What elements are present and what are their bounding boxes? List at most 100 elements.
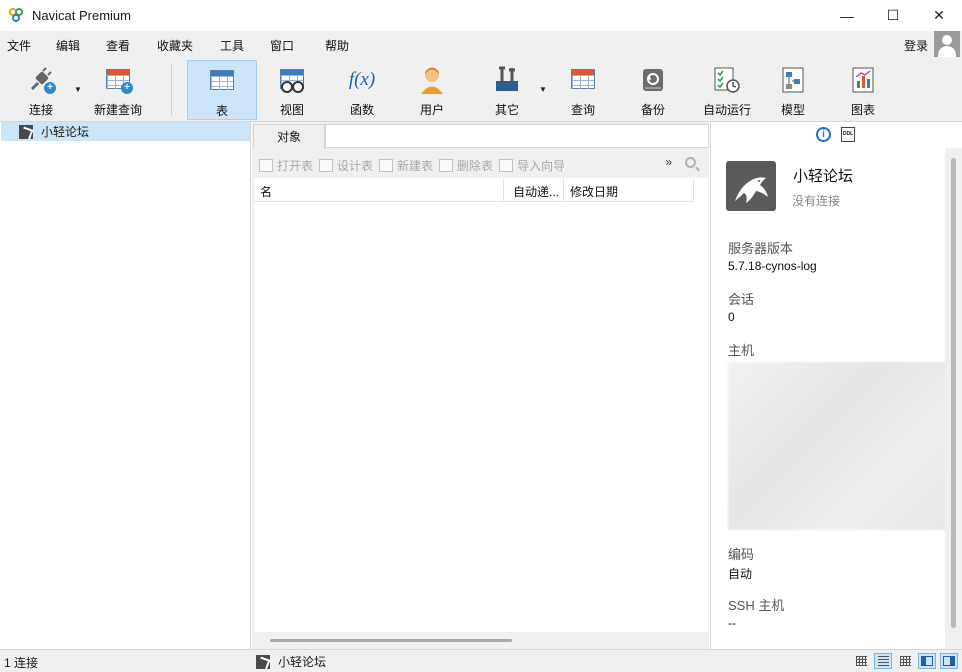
toolbar-view-button[interactable]: 视图 [262, 60, 322, 120]
sidebar-item-label: 小轻论坛 [41, 125, 90, 139]
column-divider[interactable] [503, 178, 504, 202]
close-button[interactable]: ✕ [916, 0, 962, 31]
window-controls: — ☐ ✕ [824, 0, 962, 31]
column-header-name[interactable]: 名 [260, 183, 272, 200]
detail-view-icon [899, 656, 911, 666]
search-icon[interactable] [685, 157, 696, 168]
more-actions-icon[interactable]: » [665, 155, 672, 169]
query-icon [568, 65, 598, 95]
menu-window[interactable]: 窗口 [270, 37, 294, 54]
tab-strip [325, 124, 709, 148]
avatar[interactable] [934, 31, 960, 57]
connection-name: 小轻论坛 [793, 168, 854, 185]
toolbar-backup-button[interactable]: 备份 [623, 60, 683, 120]
host-label: 主机 [728, 343, 755, 358]
new-table-button[interactable]: 新建表 [379, 157, 433, 174]
ssh-host-value: -- [728, 616, 736, 630]
objects-pane: 对象 打开表 设计表 新建表 删除表 导入向导 » 名 自动递... 修改日期 [252, 122, 709, 649]
sessions-label: 会话 [728, 292, 755, 307]
column-header-auto-increment[interactable]: 自动递... [513, 183, 559, 200]
title-bar: Navicat Premium — ☐ ✕ [0, 0, 962, 31]
open-table-label: 打开表 [277, 158, 314, 173]
connect-dropdown-icon[interactable]: ▼ [74, 85, 82, 94]
grid-view-icon [855, 656, 867, 666]
new-table-label: 新建表 [397, 158, 434, 173]
navigation-pane: 小轻论坛 [0, 122, 251, 649]
column-divider[interactable] [563, 178, 564, 202]
horizontal-scrollbar[interactable] [270, 639, 512, 642]
toolbar-function-button[interactable]: f(x) 函数 [332, 60, 392, 120]
schedule-icon [712, 65, 742, 95]
minimize-button[interactable]: — [824, 0, 870, 31]
menu-view[interactable]: 查看 [106, 37, 130, 54]
toggle-right-pane-button[interactable] [940, 653, 958, 669]
main-toolbar: + 连接 ▼ + 新建查询 表 视图 f(x) 函数 用户 其它 ▼ 查询 备份… [0, 58, 962, 122]
column-divider[interactable] [693, 178, 694, 202]
toolbar-schedule-button[interactable]: 自动运行 [693, 60, 761, 120]
objects-list[interactable]: 名 自动递... 修改日期 [254, 178, 708, 632]
vertical-scrollbar[interactable] [945, 148, 962, 649]
table-icon [207, 66, 237, 96]
status-connection-label: 小轻论坛 [278, 655, 327, 669]
toolbar-separator [171, 64, 172, 116]
host-value-redacted [728, 362, 950, 530]
toolbar-user-label: 用户 [419, 103, 444, 117]
design-table-button[interactable]: 设计表 [319, 157, 373, 174]
view-mode-buttons [852, 653, 958, 669]
status-connection: 小轻论坛 [256, 653, 326, 670]
import-wizard-label: 导入向导 [517, 158, 566, 173]
info-icon[interactable]: i [816, 127, 831, 142]
toolbar-model-button[interactable]: 模型 [763, 60, 823, 120]
toolbar-new-query-button[interactable]: + 新建查询 [88, 60, 148, 120]
toggle-left-pane-button[interactable] [918, 653, 936, 669]
list-view-button[interactable] [874, 653, 892, 669]
server-version-label: 服务器版本 [728, 241, 794, 256]
open-table-button[interactable]: 打开表 [259, 157, 313, 174]
toolbar-view-label: 视图 [279, 103, 304, 117]
column-header-modified-date[interactable]: 修改日期 [570, 183, 618, 200]
toolbar-others-button[interactable]: 其它 [478, 60, 536, 120]
toolbar-connect-button[interactable]: + 连接 [10, 60, 72, 120]
sessions-value: 0 [728, 310, 735, 324]
function-icon: f(x) [348, 69, 376, 90]
menu-tools[interactable]: 工具 [220, 37, 244, 54]
plug-icon: + [26, 65, 56, 95]
sidebar-item-connection[interactable]: 小轻论坛 [1, 122, 250, 141]
status-bar: 1 连接 小轻论坛 [0, 649, 962, 672]
detail-view-button[interactable] [896, 653, 914, 669]
toolbar-backup-label: 备份 [640, 103, 665, 117]
menu-edit[interactable]: 编辑 [56, 37, 80, 54]
delete-table-button[interactable]: 删除表 [439, 157, 493, 174]
maximize-button[interactable]: ☐ [870, 0, 916, 31]
chart-icon [848, 65, 878, 95]
menu-file[interactable]: 文件 [7, 37, 31, 54]
toolbar-query-button[interactable]: 查询 [553, 60, 613, 120]
mysql-dolphin-icon [726, 161, 776, 211]
import-wizard-button[interactable]: 导入向导 [499, 157, 565, 174]
scrollbar-thumb[interactable] [951, 158, 956, 628]
menu-favorites[interactable]: 收藏夹 [157, 37, 193, 54]
toolbar-chart-label: 图表 [850, 103, 875, 117]
right-pane-icon [943, 656, 955, 666]
navicat-logo-icon [9, 7, 25, 24]
left-pane-icon [921, 656, 933, 666]
new-query-icon: + [103, 65, 133, 95]
toolbar-chart-button[interactable]: 图表 [833, 60, 893, 120]
ddl-icon[interactable]: DDL [841, 127, 855, 142]
tab-objects[interactable]: 对象 [253, 124, 325, 149]
grid-view-button[interactable] [852, 653, 870, 669]
login-link[interactable]: 登录 [904, 37, 928, 54]
delete-table-icon [439, 158, 454, 172]
encoding-value: 自动 [728, 567, 753, 581]
toolbar-table-label: 表 [215, 104, 228, 118]
import-wizard-icon [499, 158, 514, 172]
toolbar-others-label: 其它 [494, 103, 519, 117]
menu-help[interactable]: 帮助 [325, 37, 349, 54]
toolbar-table-button[interactable]: 表 [187, 60, 257, 120]
toolbar-model-label: 模型 [780, 103, 805, 117]
toolbar-new-query-label: 新建查询 [93, 103, 142, 117]
toolbar-function-label: 函数 [349, 103, 374, 117]
others-dropdown-icon[interactable]: ▼ [539, 85, 547, 94]
backup-icon [638, 65, 668, 95]
toolbar-user-button[interactable]: 用户 [402, 60, 462, 120]
